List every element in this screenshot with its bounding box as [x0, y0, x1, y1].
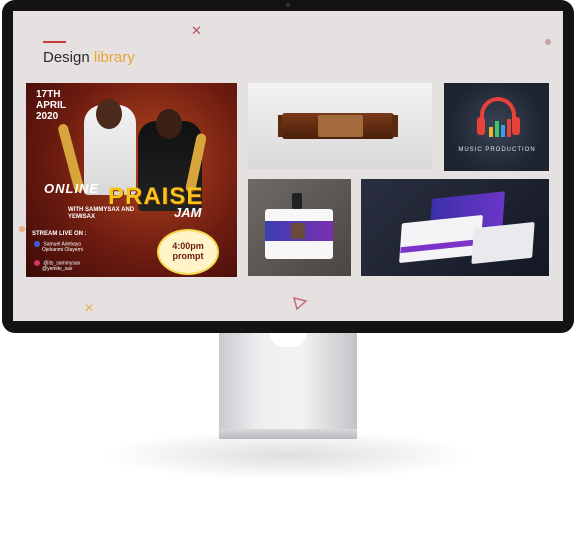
headphone-cup	[512, 117, 520, 135]
flyer-handle-2: @yemite_sax	[42, 266, 73, 273]
x-icon: ✕	[191, 23, 202, 38]
gallery-item-business-card[interactable]	[361, 179, 549, 276]
equalizer-bar	[501, 125, 505, 137]
gallery-item-id-card[interactable]	[248, 179, 351, 276]
monitor-stand	[219, 333, 357, 429]
person-head	[156, 109, 182, 139]
id-card-clip	[292, 193, 302, 209]
chocolate-bar-stripe	[318, 115, 363, 137]
flyer-date-year: 2020	[36, 111, 59, 122]
monitor-bezel: Design library ✕ ✕ 17TH APRIL 2020 ONLIN…	[2, 0, 574, 333]
flyer-title-jam: JAM	[174, 205, 202, 220]
person-head	[96, 99, 122, 129]
flyer-contacts-facebook: Samuel Adebayo Ojekanmi Olayemi	[34, 241, 83, 253]
triangle-icon	[292, 295, 308, 315]
instagram-icon	[34, 260, 40, 266]
id-card-photo	[291, 223, 305, 239]
flyer-title-online: ONLINE	[44, 181, 100, 196]
facebook-icon	[34, 241, 40, 247]
x-icon: ✕	[84, 301, 95, 315]
business-card-side	[471, 221, 535, 265]
flyer-stream-label: STREAM LIVE ON :	[32, 231, 87, 237]
page-title-prefix: Design	[43, 49, 90, 66]
gallery-item-flyer[interactable]: 17TH APRIL 2020 ONLINE PRAISE JAM WITH S…	[26, 83, 237, 277]
gallery-item-packaging[interactable]	[248, 83, 432, 169]
flyer-date: 17TH APRIL 2020	[36, 89, 66, 122]
equalizer-bar	[495, 121, 499, 137]
flyer-with-line: WITH SAMMYSAX AND YEMISAX	[68, 207, 135, 220]
flyer-time-note: prompt	[172, 251, 204, 261]
flyer-contact-name-2: Ojekanmi Olayemi	[42, 247, 83, 254]
flyer-contacts-instagram: @its_sammysax @yemite_sax	[34, 260, 80, 272]
flyer-time-badge: 4:00pm prompt	[159, 231, 217, 273]
equalizer-bar	[507, 119, 511, 137]
camera-dot	[286, 3, 290, 7]
flyer-date-day: 17TH	[36, 89, 61, 100]
heading-accent-line	[43, 41, 66, 43]
page-title: Design library	[43, 49, 135, 66]
headphone-cup	[477, 117, 485, 135]
circle-icon	[545, 39, 551, 45]
screen: Design library ✕ ✕ 17TH APRIL 2020 ONLIN…	[13, 11, 563, 321]
logo-label: MUSIC PRODUCTION	[458, 147, 536, 153]
circle-icon	[19, 226, 25, 232]
flyer-date-month: APRIL	[36, 100, 66, 111]
wrapper-end	[392, 115, 398, 137]
equalizer-bar	[489, 127, 493, 137]
monitor-base	[219, 429, 357, 439]
flyer-time: 4:00pm	[172, 241, 204, 251]
page-title-highlight: library	[93, 49, 135, 66]
gallery-item-logo[interactable]: MUSIC PRODUCTION	[444, 83, 549, 171]
